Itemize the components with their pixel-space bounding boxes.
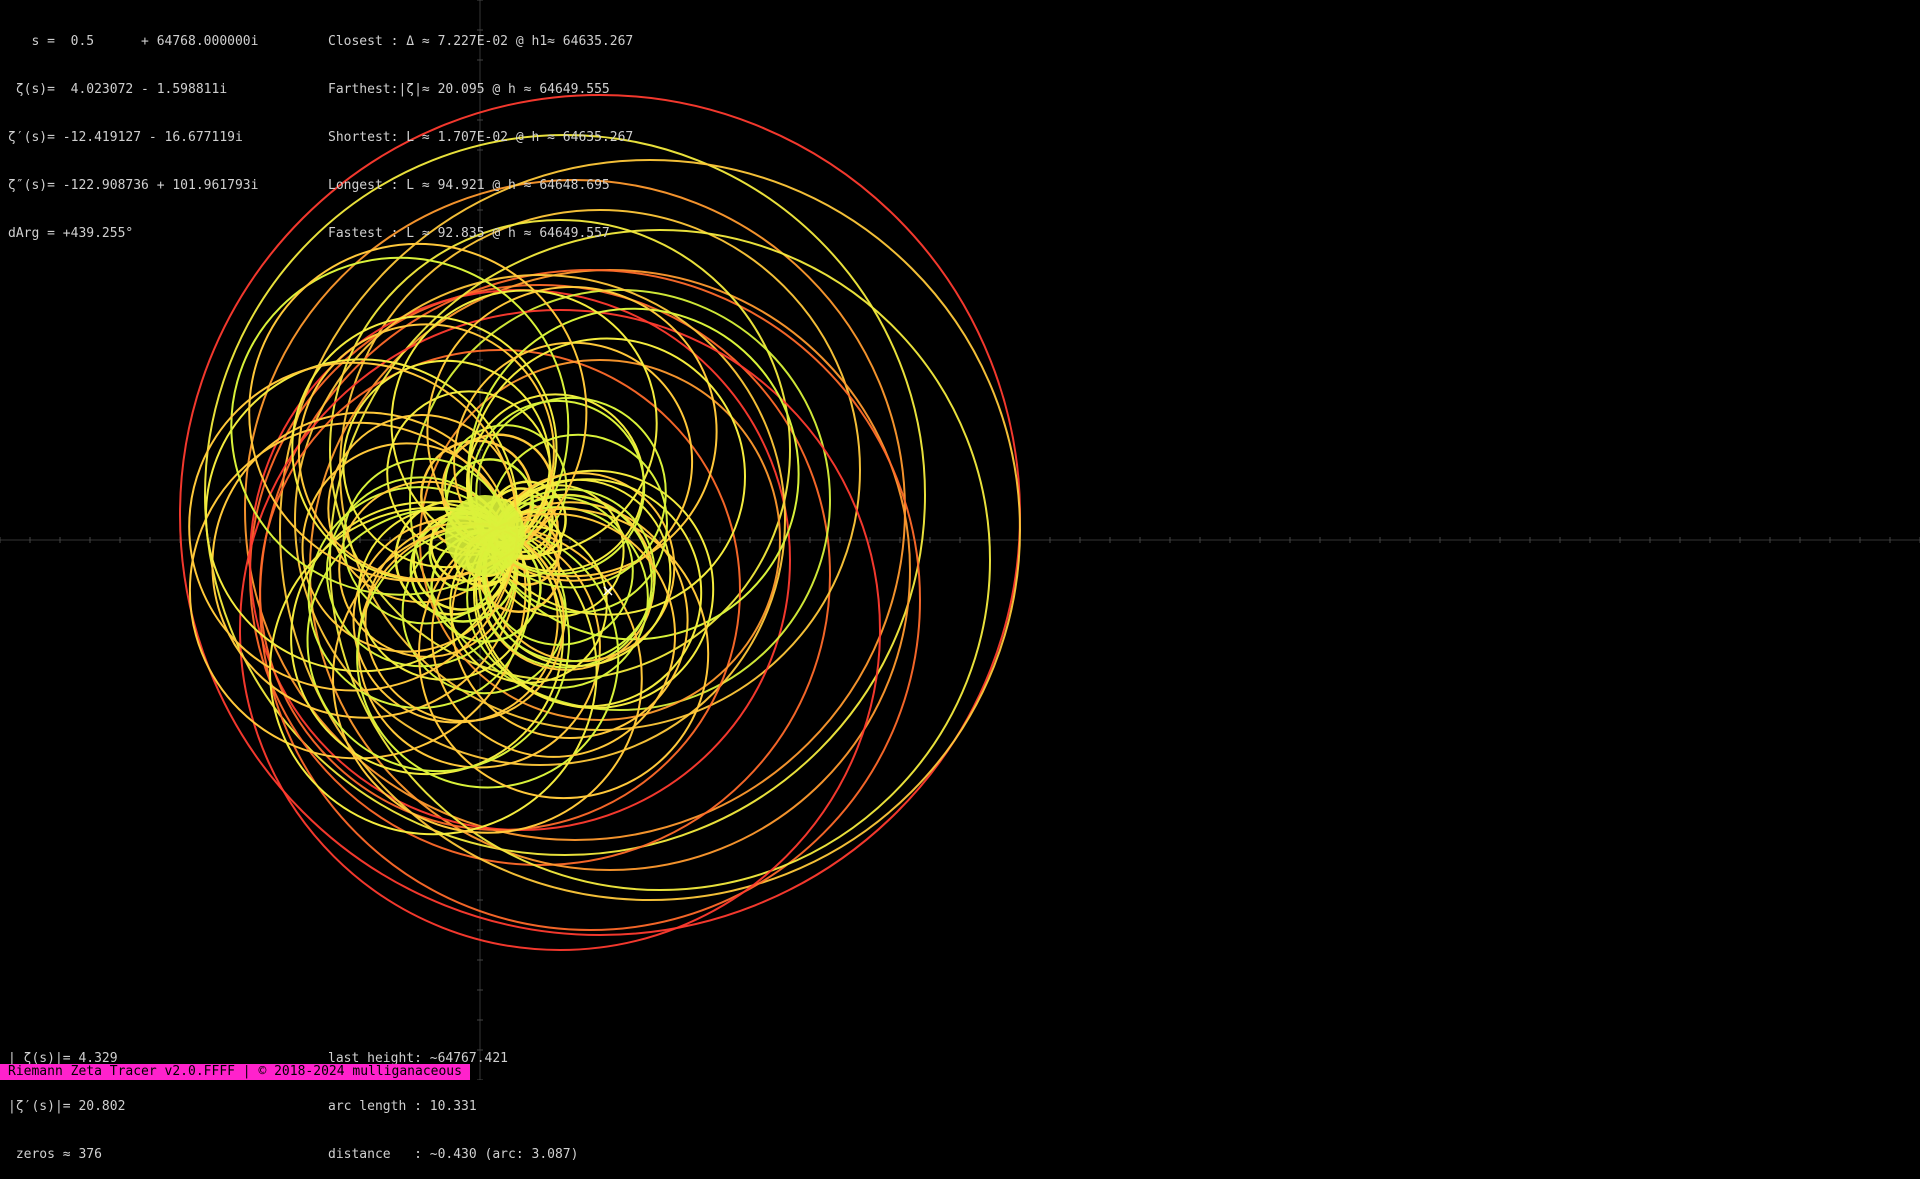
zeta-trace-plot: × [0,0,1920,1080]
longest-stat: Longest : L ≈ 94.921 @ h ≈ 64648.695 [328,178,610,193]
bottom-stats-readout: last height: ~64767.421 arc length : 10.… [328,1019,578,1179]
zeros-count: zeros ≈ 376 [8,1147,102,1162]
darg-value: dArg = +439.255° [8,226,134,241]
zeta-value: ζ(s)= 4.023072 - 1.598811i [8,82,228,97]
trace-loop [279,159,1021,901]
top-left-readout: s = 0.5 + 64768.000000i ζ(s)= 4.023072 -… [8,2,258,258]
trace-core [445,495,525,575]
zeta-second-derivative: ζ″(s)= -122.908736 + 101.961793i [8,178,259,193]
shortest-stat: Shortest: L ≈ 1.707E-02 @ h ≈ 64635.267 [328,130,634,145]
distance: distance : ~0.430 (arc: 3.087) [328,1147,579,1162]
current-point-marker: × [601,581,614,600]
s-value: s = 0.5 + 64768.000000i [8,34,259,49]
zeta-derivative-magnitude: |ζ′(s)|= 20.802 [8,1099,126,1114]
closest-stat: Closest : Δ ≈ 7.227E-02 @ h1≈ 64635.267 [328,34,634,49]
fastest-stat: Fastest : L ≈ 92.835 @ h ≈ 64649.557 [328,226,610,241]
farthest-stat: Farthest:|ζ|≈ 20.095 @ h ≈ 64649.555 [328,82,610,97]
top-stats-readout: Closest : Δ ≈ 7.227E-02 @ h1≈ 64635.267 … [328,2,633,258]
footer-banner: Riemann Zeta Tracer v2.0.FFFF | © 2018-2… [0,1064,470,1080]
zeta-derivative: ζ′(s)= -12.419127 - 16.677119i [8,130,243,145]
arc-length: arc length : 10.331 [328,1099,477,1114]
bottom-left-readout: | ζ(s)|= 4.329 |ζ′(s)|= 20.802 zeros ≈ 3… [8,1019,125,1179]
